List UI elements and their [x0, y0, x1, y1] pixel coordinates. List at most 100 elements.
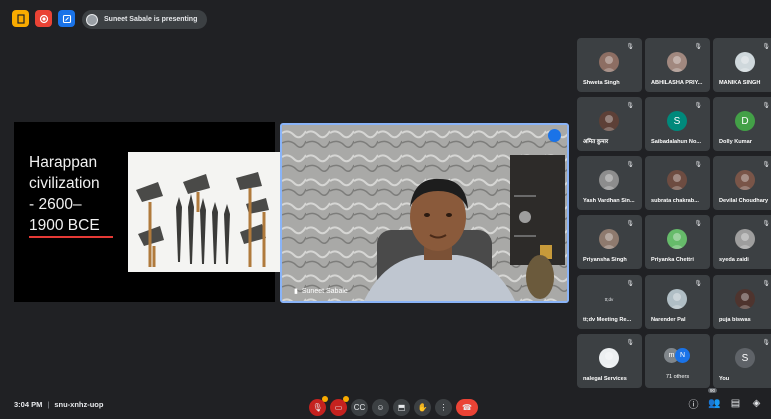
- speaking-indicator-icon: [548, 129, 561, 142]
- participant-name: 71 others: [665, 374, 690, 380]
- avatar: [667, 170, 687, 190]
- present-button[interactable]: ⬒: [393, 398, 410, 416]
- captions-button[interactable]: CC: [351, 398, 368, 416]
- presenter-video-tile[interactable]: ▮ Suneet Sabale: [280, 123, 569, 303]
- people-count-badge: 90: [708, 388, 718, 393]
- participant-tile[interactable]: 🎙 S You: [713, 334, 771, 388]
- mic-muted-icon: 🎙: [762, 103, 770, 109]
- participant-tile[interactable]: 🎙 syeda zaidi: [713, 215, 771, 269]
- warning-dot-icon: [322, 395, 328, 402]
- avatar: [667, 229, 687, 249]
- slide-title: Harappan civilization - 2600– 1900 BCE: [29, 154, 100, 234]
- participant-tile[interactable]: 🎙 puja biswas: [713, 275, 771, 329]
- meeting-info: 3:04 PM | snu-xnhz-uop: [14, 400, 103, 409]
- top-bar: Suneet Sabale is presenting: [0, 0, 771, 38]
- participant-tile[interactable]: 🎙 Yash Vardhan Sin...: [577, 156, 642, 210]
- participant-tile[interactable]: 🎙 D Dolly Kumar: [713, 97, 771, 151]
- others-avatars: mN: [664, 348, 694, 364]
- bottom-bar: 3:04 PM | snu-xnhz-uop 🎙 ▭ CC ☺ ⬒ ✋ ⋮ ☎ …: [0, 388, 771, 419]
- side-panel-controls: ⓘ 👥 90 ▤ ◈: [687, 388, 763, 411]
- chat-button[interactable]: ▤: [729, 397, 742, 410]
- participant-tile[interactable]: 🎙 अमित कुमार: [577, 97, 642, 151]
- mic-muted-icon: 🎙: [626, 221, 634, 227]
- artifacts-photo: [128, 152, 283, 272]
- shapes-icon: ◈: [752, 398, 761, 409]
- avatar: [667, 289, 687, 309]
- participant-tile[interactable]: 🎙 S Saibadalahun No...: [645, 97, 710, 151]
- avatar: [599, 229, 619, 249]
- participant-tile[interactable]: 🎙 ABHILASHA PRIY...: [645, 38, 710, 92]
- mic-muted-icon: 🎙: [762, 281, 770, 287]
- mic-muted-icon: 🎙: [694, 221, 702, 227]
- avatar: tt;dv: [599, 289, 619, 309]
- presenting-text: Suneet Sabale is presenting: [104, 16, 198, 23]
- participant-tile[interactable]: 🎙 Narender Pal: [645, 275, 710, 329]
- participant-tile[interactable]: 🎙 subrata chakrab...: [645, 156, 710, 210]
- participant-tile[interactable]: 🎙 nalegal Services: [577, 334, 642, 388]
- avatar: [735, 229, 755, 249]
- participant-name: nalegal Services: [583, 376, 627, 382]
- participant-name: Priyanka Chettri: [651, 257, 694, 263]
- presenter-name-label: ▮ Suneet Sabale: [294, 287, 348, 296]
- camera-off-button[interactable]: ▭: [330, 395, 349, 416]
- mic-muted-icon: 🎙: [626, 103, 634, 109]
- participant-tile[interactable]: 🎙 MANIKA SINGH: [713, 38, 771, 92]
- meeting-details-button[interactable]: ⓘ: [687, 397, 700, 411]
- activities-button[interactable]: ◈: [750, 397, 763, 410]
- slide-underline: [29, 236, 113, 238]
- participant-name: Priyansha Singh: [583, 257, 627, 263]
- avatar: [599, 348, 619, 368]
- participant-tile[interactable]: m N 71 others: [645, 334, 710, 388]
- participant-name: You: [719, 376, 730, 382]
- camera-off-icon: ▭: [334, 402, 343, 412]
- participant-tile[interactable]: 🎙 Priyanka Chettri: [645, 215, 710, 269]
- activities-icon[interactable]: [12, 10, 29, 27]
- mic-muted-icon: 🎙: [626, 340, 634, 346]
- meeting-code: snu-xnhz-uop: [54, 400, 104, 409]
- hang-up-icon: ☎: [462, 402, 472, 412]
- raise-hand-button[interactable]: ✋: [414, 398, 431, 416]
- mic-muted-icon: 🎙: [694, 162, 702, 168]
- leave-call-button[interactable]: ☎: [456, 398, 478, 416]
- participant-tile[interactable]: 🎙 Devilal Choudhary: [713, 156, 771, 210]
- more-vert-icon: ⋮: [439, 402, 448, 412]
- avatar: [735, 170, 755, 190]
- avatar: S: [735, 348, 755, 368]
- participant-tile[interactable]: 🎙 tt;dv tt;dv Meeting Re...: [577, 275, 642, 329]
- participant-name: ABHILASHA PRIY...: [651, 80, 703, 86]
- mic-off-icon: 🎙: [312, 402, 323, 412]
- participant-name: puja biswas: [719, 317, 751, 323]
- warning-dot-icon: [343, 395, 349, 402]
- presenting-chip[interactable]: Suneet Sabale is presenting: [82, 10, 208, 29]
- avatar: [599, 111, 619, 131]
- mic-off-button[interactable]: 🎙: [309, 395, 328, 416]
- participant-name: subrata chakrab...: [651, 198, 699, 204]
- call-controls: 🎙 ▭ CC ☺ ⬒ ✋ ⋮ ☎: [309, 395, 478, 416]
- more-options-button[interactable]: ⋮: [435, 398, 452, 416]
- mic-muted-icon: 🎙: [626, 44, 634, 50]
- present-screen-icon: ⬒: [397, 402, 406, 412]
- reactions-button[interactable]: ☺: [372, 398, 389, 416]
- emoji-icon: ☺: [376, 402, 385, 412]
- mic-muted-icon: 🎙: [626, 162, 634, 168]
- participant-name: Dolly Kumar: [719, 139, 752, 145]
- participant-tile[interactable]: 🎙 Priyansha Singh: [577, 215, 642, 269]
- separator: |: [47, 400, 50, 409]
- whiteboard-icon[interactable]: [58, 10, 75, 27]
- mic-muted-icon: 🎙: [762, 340, 770, 346]
- presenter-avatar: [86, 13, 98, 26]
- mic-muted-icon: 🎙: [694, 103, 702, 109]
- current-time: 3:04 PM: [14, 400, 43, 409]
- presentation-slide: Harappan civilization - 2600– 1900 BCE: [14, 122, 283, 302]
- mic-muted-icon: 🎙: [762, 221, 770, 227]
- mic-muted-icon: 🎙: [694, 281, 702, 287]
- chat-icon: ▤: [730, 398, 741, 409]
- participant-tile[interactable]: 🎙 Shweta Singh: [577, 38, 642, 92]
- participant-name: अमित कुमार: [583, 139, 609, 145]
- avatar: D: [735, 111, 755, 131]
- avatar-initial: S: [673, 115, 681, 127]
- people-button[interactable]: 👥 90: [708, 388, 721, 410]
- mic-muted-icon: 🎙: [626, 281, 634, 287]
- pin-icon[interactable]: ▮: [294, 287, 298, 295]
- record-icon[interactable]: [35, 10, 52, 27]
